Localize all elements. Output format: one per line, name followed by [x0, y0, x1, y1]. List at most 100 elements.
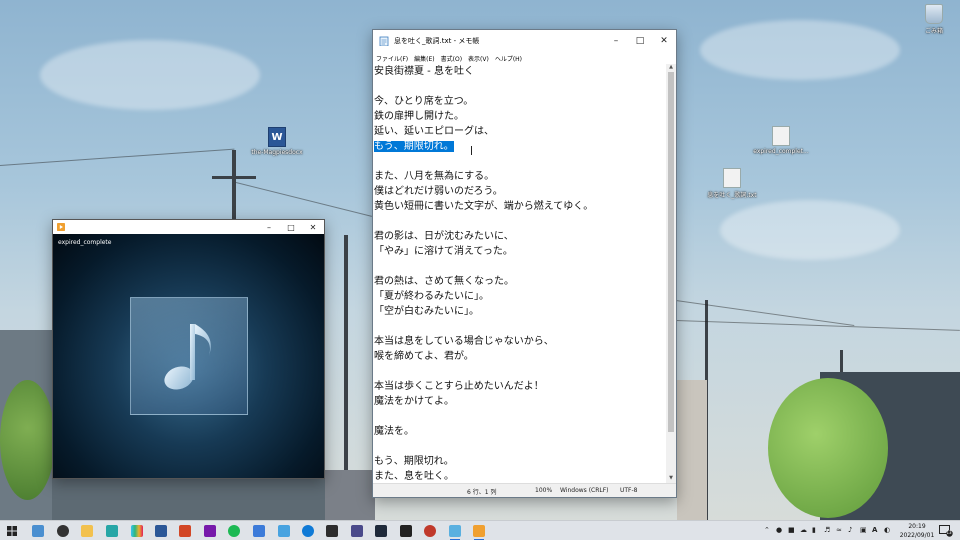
text-line[interactable]: もう、期限切れ。: [374, 454, 666, 469]
file-explorer-icon[interactable]: [81, 525, 93, 537]
notepad-titlebar[interactable]: 息を吐く_歌詞.txt - メモ帳 – □ ✕: [373, 30, 676, 52]
wifi-icon[interactable]: ≈: [836, 526, 842, 534]
speaker-icon[interactable]: ♪: [848, 526, 852, 534]
text-line[interactable]: 安良街襟夏 ‐ 息を吐く: [374, 64, 666, 79]
tray-app-icon[interactable]: ■: [788, 526, 795, 534]
microphone-icon[interactable]: ▮: [812, 526, 816, 534]
edge-icon[interactable]: [302, 525, 314, 537]
taskbar-media-player-icon[interactable]: [473, 525, 485, 540]
text-line[interactable]: [374, 214, 666, 229]
notification-count: 13: [946, 530, 952, 535]
battery-icon[interactable]: ◐: [884, 526, 890, 534]
system-clock[interactable]: 20:19 2022/09/01: [898, 522, 936, 540]
text-line[interactable]: 延い、延いエピローグは、: [374, 124, 666, 139]
line-text: 魔法をかけてよ。: [374, 396, 454, 407]
window-title: 息を吐く_歌詞.txt - メモ帳: [394, 37, 480, 45]
text-line[interactable]: 今、ひとり席を立つ。: [374, 94, 666, 109]
media-player-window: – □ ✕ expired_complete: [52, 219, 325, 479]
line-text: 僕はどれだけ弱いのだろう。: [374, 186, 503, 197]
close-button[interactable]: ✕: [302, 220, 324, 234]
text-line[interactable]: [374, 79, 666, 94]
menu-edit[interactable]: 編集(E): [414, 54, 434, 63]
line-text: 鉄の扉押し開けた。: [374, 111, 464, 122]
menu-file[interactable]: ファイル(F): [376, 54, 408, 63]
text-editor[interactable]: 安良街襟夏 ‐ 息を吐く 今、ひとり席を立つ。 鉄の扉押し開けた。延い、延いエピロー…: [373, 64, 666, 483]
text-line[interactable]: また、八月を無為にする。: [374, 169, 666, 184]
line-text: 本当は息をしている場合じゃないから、: [374, 336, 554, 347]
vertical-scrollbar[interactable]: ▲ ▼: [666, 64, 676, 483]
line-text: 今、ひとり席を立つ。: [374, 96, 474, 107]
app-icon[interactable]: [375, 525, 387, 537]
app-icon[interactable]: [400, 525, 412, 537]
text-line[interactable]: 「やみ」に溶けて消えてった。: [374, 244, 666, 259]
onedrive-icon[interactable]: ☁: [800, 526, 807, 534]
app-icon[interactable]: [253, 525, 265, 537]
tree: [768, 378, 888, 518]
desktop-icon-recycle-bin[interactable]: ごみ箱: [899, 4, 960, 35]
menu-help[interactable]: ヘルプ(H): [495, 54, 522, 63]
cloud: [720, 200, 900, 260]
spotify-icon[interactable]: [228, 525, 240, 537]
maximize-button[interactable]: □: [628, 30, 652, 52]
tray-app-icon[interactable]: ●: [776, 526, 782, 534]
power-line: [0, 148, 235, 166]
ime-indicator[interactable]: A: [872, 526, 877, 534]
line-text: 喉を締めてよ、君が。: [374, 351, 474, 362]
text-line[interactable]: 魔法を。: [374, 424, 666, 439]
taskbar-notepad-icon[interactable]: [449, 525, 461, 540]
text-line[interactable]: 黄色い短冊に書いた文字が、端から燃えてゆく。: [374, 199, 666, 214]
app-icon[interactable]: [424, 525, 436, 537]
desktop-icon-docx[interactable]: W the-Magpiesdocx: [242, 127, 312, 156]
store-icon[interactable]: [106, 525, 118, 537]
app-icon[interactable]: [278, 525, 290, 537]
terminal-icon[interactable]: [326, 525, 338, 537]
text-line[interactable]: 君の熱は、さめて無くなった。: [374, 274, 666, 289]
word-icon[interactable]: [155, 525, 167, 537]
text-line[interactable]: 「夏が終わるみたいに」。: [374, 289, 666, 304]
text-line[interactable]: また、息を吐く。: [374, 469, 666, 483]
text-line[interactable]: [374, 154, 666, 169]
scroll-up-icon[interactable]: ▲: [666, 64, 676, 72]
text-line[interactable]: 「空が白むみたいに」。: [374, 304, 666, 319]
minimize-button[interactable]: –: [258, 220, 280, 234]
text-line[interactable]: [374, 364, 666, 379]
windows-start-icon[interactable]: [7, 526, 17, 536]
scrollbar-thumb[interactable]: [668, 72, 674, 432]
minimize-button[interactable]: –: [604, 30, 628, 52]
chat-icon[interactable]: [57, 525, 69, 537]
desktop-icon-expired[interactable]: expired_complet...: [746, 126, 816, 155]
close-button[interactable]: ✕: [652, 30, 676, 52]
text-line[interactable]: 魔法をかけてよ。: [374, 394, 666, 409]
calculator-icon[interactable]: [32, 525, 44, 537]
text-line[interactable]: 本当は歩くことすら止めたいんだよ！: [374, 379, 666, 394]
volume-icon[interactable]: ♬: [824, 526, 830, 534]
text-line[interactable]: 喉を締めてよ、君が。: [374, 349, 666, 364]
recycle-bin-icon: [925, 4, 943, 24]
text-line[interactable]: 君の影は、日が沈むみたいに、: [374, 229, 666, 244]
text-line[interactable]: [374, 319, 666, 334]
text-line[interactable]: [374, 409, 666, 424]
text-line[interactable]: 僕はどれだけ弱いのだろう。: [374, 184, 666, 199]
notepad-window: 息を吐く_歌詞.txt - メモ帳 – □ ✕ ファイル(F) 編集(E) 書式…: [372, 29, 677, 498]
slack-icon[interactable]: [131, 525, 143, 537]
desktop-icon-txt[interactable]: 息を吐く_歌詞.txt: [697, 168, 767, 199]
street: [52, 479, 325, 520]
text-line[interactable]: もう、期限切れ。: [374, 139, 666, 154]
text-line[interactable]: 本当は息をしている場合じゃないから、: [374, 334, 666, 349]
app-icon[interactable]: [351, 525, 363, 537]
maximize-button[interactable]: □: [280, 220, 302, 234]
powerpoint-icon[interactable]: [179, 525, 191, 537]
scroll-down-icon[interactable]: ▼: [666, 475, 676, 483]
notification-center-button[interactable]: 13: [939, 525, 953, 537]
player-titlebar[interactable]: – □ ✕: [53, 220, 324, 234]
menu-format[interactable]: 書式(O): [441, 54, 462, 63]
text-line[interactable]: [374, 259, 666, 274]
player-stage[interactable]: expired_complete: [53, 234, 324, 478]
text-line[interactable]: 鉄の扉押し開けた。: [374, 109, 666, 124]
menu-view[interactable]: 表示(V): [468, 54, 489, 63]
tray-app-icon[interactable]: ▣: [860, 526, 867, 534]
onenote-icon[interactable]: [204, 525, 216, 537]
chevron-up-icon[interactable]: ⌃: [764, 526, 770, 534]
line-text: 安良街襟夏 ‐ 息を吐く: [374, 66, 474, 77]
text-line[interactable]: [374, 439, 666, 454]
